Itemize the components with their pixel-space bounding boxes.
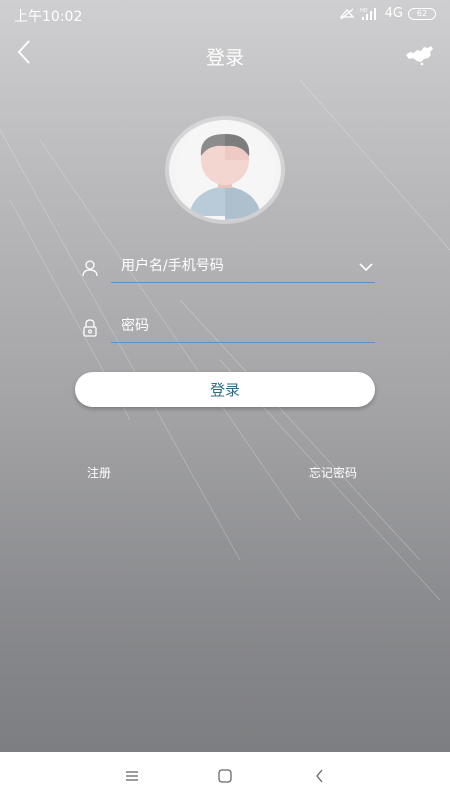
battery-icon: 62 [408,7,436,20]
back-icon[interactable] [310,766,330,786]
password-row [78,310,378,344]
default-user-avatar-icon [175,120,275,220]
password-input[interactable] [111,310,375,343]
lock-icon [83,319,97,337]
map-button[interactable] [404,42,434,66]
username-input[interactable] [111,250,375,283]
signal-icon: HD [360,7,376,20]
battery-level: 62 [416,8,428,18]
username-row [78,250,378,284]
status-bar: 上午10:02 HD 4G 62 [0,0,450,30]
mute-icon [339,8,355,19]
header: 登录 [0,36,450,72]
user-icon [82,260,98,277]
home-icon[interactable] [215,766,235,786]
hd-label: HD [360,8,368,14]
login-screen: 上午10:02 HD 4G 62 登录 用户名/手机号码 登录 注册 忘记密码 [0,0,450,752]
register-link[interactable]: 注册 [87,464,111,481]
status-icons: HD 4G 62 [339,6,436,21]
system-nav-bar [0,752,450,800]
page-title: 登录 [205,47,244,69]
network-type: 4G [384,6,403,21]
forgot-password-link[interactable]: 忘记密码 [309,464,357,481]
avatar[interactable] [169,120,281,220]
china-map-icon [406,46,433,66]
chevron-down-icon[interactable] [358,260,374,274]
login-button[interactable]: 登录 [75,372,375,407]
status-time: 上午10:02 [14,9,83,25]
menu-icon[interactable] [122,766,142,786]
